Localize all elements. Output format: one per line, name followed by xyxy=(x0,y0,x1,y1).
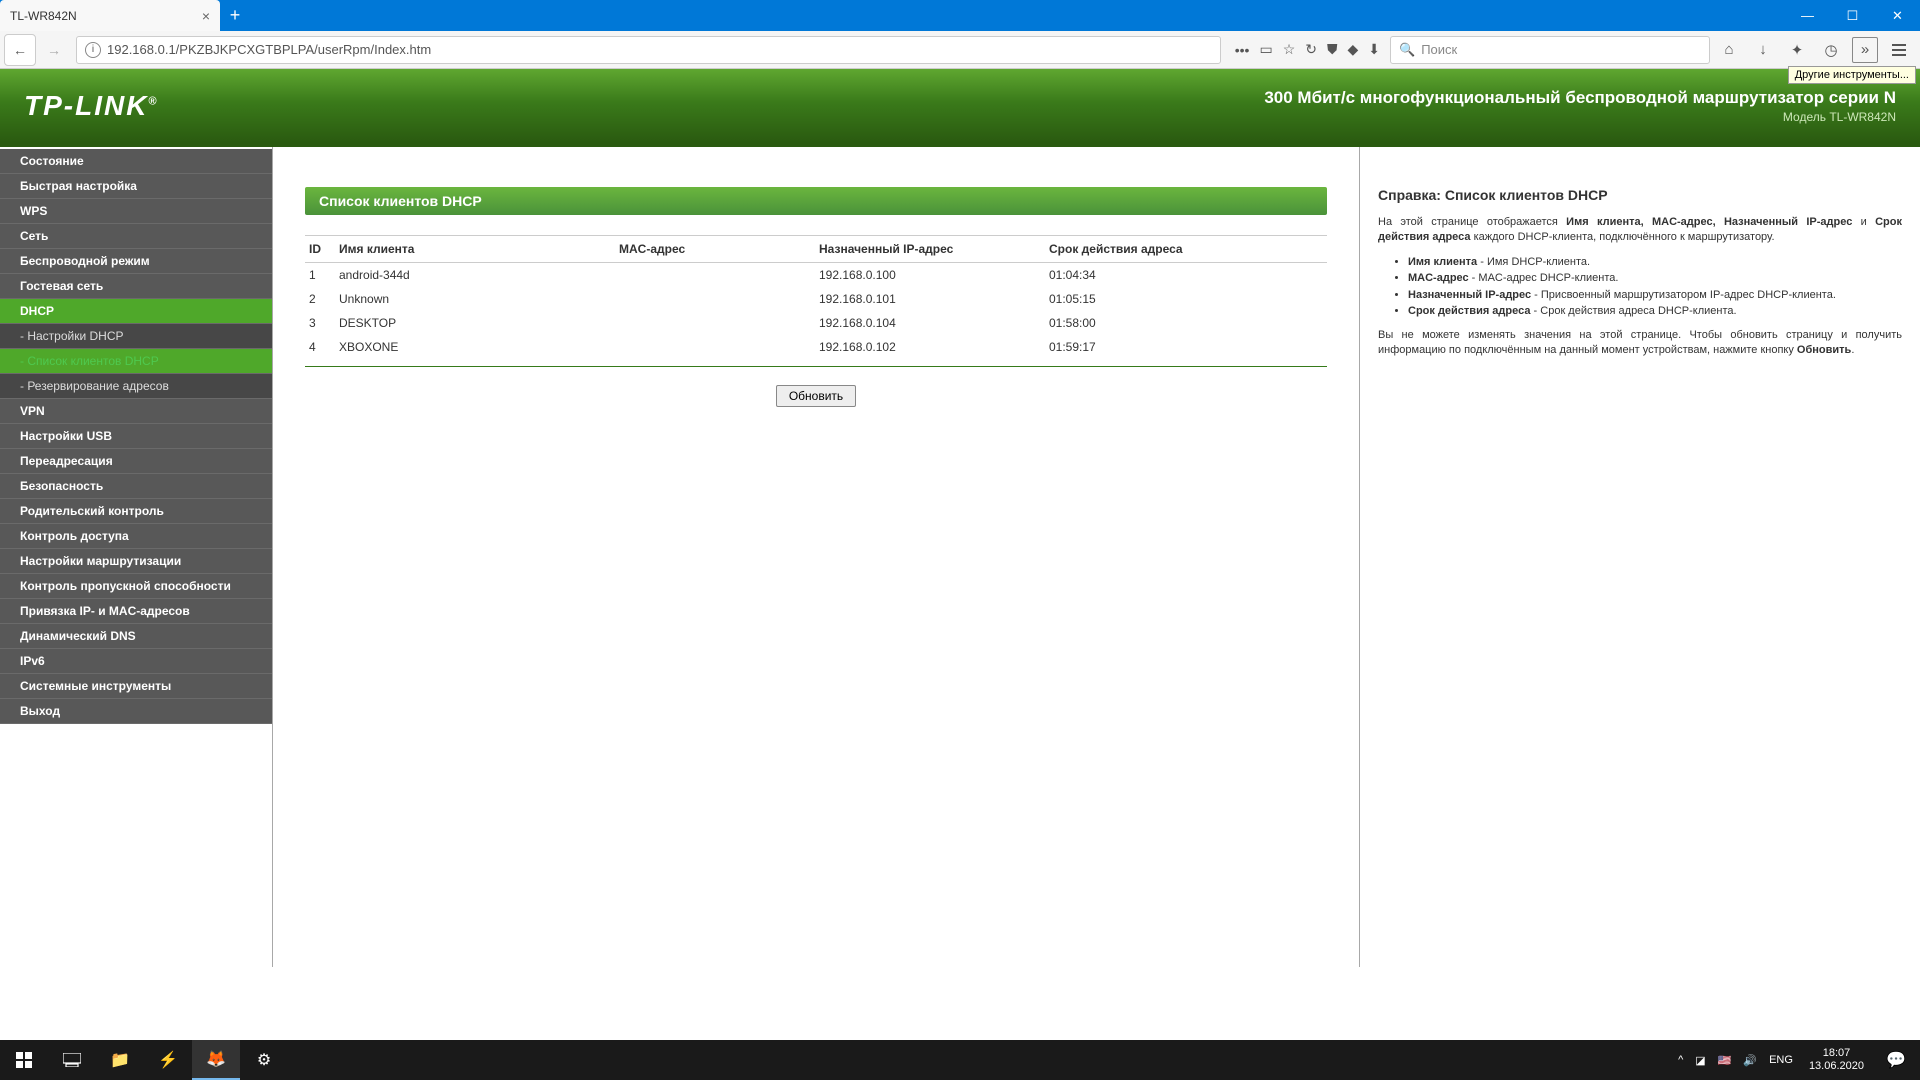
col-name: Имя клиента xyxy=(335,236,615,263)
sidebar-item[interactable]: Безопасность xyxy=(0,474,272,499)
tray-app-icon[interactable]: ◪ xyxy=(1691,1054,1709,1067)
sidebar-item[interactable]: Переадресация xyxy=(0,449,272,474)
sidebar-item[interactable]: Родительский контроль xyxy=(0,499,272,524)
tray-volume-icon[interactable]: 🔊 xyxy=(1739,1054,1761,1067)
sidebar: СостояниеБыстрая настройкаWPSСетьБеспров… xyxy=(0,147,273,967)
download-indicator-icon[interactable]: ⬇ xyxy=(1368,41,1380,58)
router-model: Модель TL-WR842N xyxy=(1264,110,1896,124)
overflow-icon[interactable]: » xyxy=(1852,37,1878,63)
reader-icon[interactable]: ▭ xyxy=(1259,41,1272,58)
ublock-icon[interactable]: ⛊ xyxy=(1327,41,1338,58)
settings-button[interactable]: ⚙ xyxy=(240,1040,288,1080)
explorer-button[interactable]: 📁 xyxy=(96,1040,144,1080)
bookmarks-icon[interactable]: ✦ xyxy=(1784,37,1810,63)
reload-icon[interactable]: ↻ xyxy=(1305,41,1317,58)
url-text: 192.168.0.1/PKZBJKPCXGTBPLPA/userRpm/Ind… xyxy=(107,42,431,57)
downloads-icon[interactable]: ↓ xyxy=(1750,37,1776,63)
tray-chevron-icon[interactable]: ^ xyxy=(1674,1054,1687,1066)
panel-title: Список клиентов DHCP xyxy=(305,187,1327,215)
new-tab-button[interactable]: + xyxy=(220,0,250,30)
tab-close-icon[interactable]: × xyxy=(202,8,210,24)
sidebar-item[interactable]: Гостевая сеть xyxy=(0,274,272,299)
sidebar-item[interactable]: VPN xyxy=(0,399,272,424)
sidebar-item[interactable]: Быстрая настройка xyxy=(0,174,272,199)
search-placeholder: Поиск xyxy=(1421,42,1457,57)
star-icon[interactable]: ☆ xyxy=(1283,41,1296,58)
col-lease: Срок действия адреса xyxy=(1045,236,1327,263)
sidebar-item[interactable]: - Резервирование адресов xyxy=(0,374,272,399)
sidebar-item[interactable]: IPv6 xyxy=(0,649,272,674)
winamp-button[interactable]: ⚡ xyxy=(144,1040,192,1080)
search-icon: 🔍 xyxy=(1399,42,1415,58)
url-bar[interactable]: i 192.168.0.1/PKZBJKPCXGTBPLPA/userRpm/I… xyxy=(76,36,1221,64)
sidebar-item[interactable]: WPS xyxy=(0,199,272,224)
window-titlebar: TL-WR842N × + — ☐ ✕ xyxy=(0,0,1920,31)
tray-clock[interactable]: 18:07 13.06.2020 xyxy=(1801,1047,1872,1073)
more-icon[interactable]: ••• xyxy=(1235,42,1250,58)
windows-taskbar: 📁 ⚡ 🦊 ⚙ ^ ◪ 🇺🇸 🔊 ENG 18:07 13.06.2020 💬 xyxy=(0,1040,1920,1080)
tray-lang[interactable]: ENG xyxy=(1765,1054,1797,1066)
tab-title: TL-WR842N xyxy=(10,9,77,23)
sidebar-item[interactable]: Настройки маршрутизации xyxy=(0,549,272,574)
sidebar-item[interactable]: Настройки USB xyxy=(0,424,272,449)
content-area: Список клиентов DHCP ID Имя клиента MAC-… xyxy=(273,147,1360,967)
table-row: 2Unknown192.168.0.10101:05:15 xyxy=(305,287,1327,311)
sidebar-item[interactable]: Контроль доступа xyxy=(0,524,272,549)
router-header: TP-LINK® 300 Мбит/с многофункциональный … xyxy=(0,69,1920,147)
sidebar-item[interactable]: Выход xyxy=(0,699,272,724)
help-title: Справка: Список клиентов DHCP xyxy=(1378,187,1902,203)
browser-tab[interactable]: TL-WR842N × xyxy=(0,0,220,31)
help-panel: Справка: Список клиентов DHCP На этой ст… xyxy=(1360,147,1920,967)
sidebar-item[interactable]: Динамический DNS xyxy=(0,624,272,649)
minimize-button[interactable]: — xyxy=(1785,0,1830,31)
sidebar-item[interactable]: - Настройки DHCP xyxy=(0,324,272,349)
sidebar-item[interactable]: Беспроводной режим xyxy=(0,249,272,274)
start-button[interactable] xyxy=(0,1040,48,1080)
col-ip: Назначенный IP-адрес xyxy=(815,236,1045,263)
tp-link-logo: TP-LINK® xyxy=(24,90,159,122)
tooltip: Другие инструменты... xyxy=(1788,66,1916,84)
search-box[interactable]: 🔍 Поиск xyxy=(1390,36,1710,64)
close-button[interactable]: ✕ xyxy=(1875,0,1920,31)
dhcp-clients-table: ID Имя клиента MAC-адрес Назначенный IP-… xyxy=(305,235,1327,367)
sidebar-item[interactable]: DHCP xyxy=(0,299,272,324)
help-list: Имя клиента - Имя DHCP-клиента. MAC-адре… xyxy=(1408,254,1902,320)
table-row: 4XBOXONE192.168.0.10201:59:17 xyxy=(305,335,1327,367)
router-title: 300 Мбит/с многофункциональный беспровод… xyxy=(1264,88,1896,108)
notifications-button[interactable]: 💬 xyxy=(1876,1040,1916,1080)
taskview-button[interactable] xyxy=(48,1040,96,1080)
sidebar-item[interactable]: Контроль пропускной способности xyxy=(0,574,272,599)
col-id: ID xyxy=(305,236,335,263)
sidebar-item[interactable]: Системные инструменты xyxy=(0,674,272,699)
maximize-button[interactable]: ☐ xyxy=(1830,0,1875,31)
forward-button[interactable]: → xyxy=(38,34,70,66)
sidebar-item[interactable]: Сеть xyxy=(0,224,272,249)
tray-flag-icon[interactable]: 🇺🇸 xyxy=(1714,1054,1736,1067)
col-mac: MAC-адрес xyxy=(615,236,815,263)
home-icon[interactable]: ⌂ xyxy=(1716,37,1742,63)
sidebar-item[interactable]: Состояние xyxy=(0,149,272,174)
shield-icon[interactable]: ◆ xyxy=(1347,41,1358,58)
browser-toolbar: ← → i 192.168.0.1/PKZBJKPCXGTBPLPA/userR… xyxy=(0,31,1920,69)
help-footer: Вы не можете изменять значения на этой с… xyxy=(1378,328,1902,359)
table-row: 1android-344d192.168.0.10001:04:34 xyxy=(305,263,1327,288)
history-icon[interactable]: ◷ xyxy=(1818,37,1844,63)
menu-button[interactable] xyxy=(1886,37,1912,63)
sidebar-item[interactable]: Привязка IP- и MAC-адресов xyxy=(0,599,272,624)
sidebar-item[interactable]: - Список клиентов DHCP xyxy=(0,349,272,374)
help-intro: На этой странице отображается Имя клиент… xyxy=(1378,215,1902,246)
firefox-button[interactable]: 🦊 xyxy=(192,1040,240,1080)
info-icon[interactable]: i xyxy=(85,42,101,58)
table-row: 3DESKTOP192.168.0.10401:58:00 xyxy=(305,311,1327,335)
refresh-button[interactable]: Обновить xyxy=(776,385,856,407)
back-button[interactable]: ← xyxy=(4,34,36,66)
